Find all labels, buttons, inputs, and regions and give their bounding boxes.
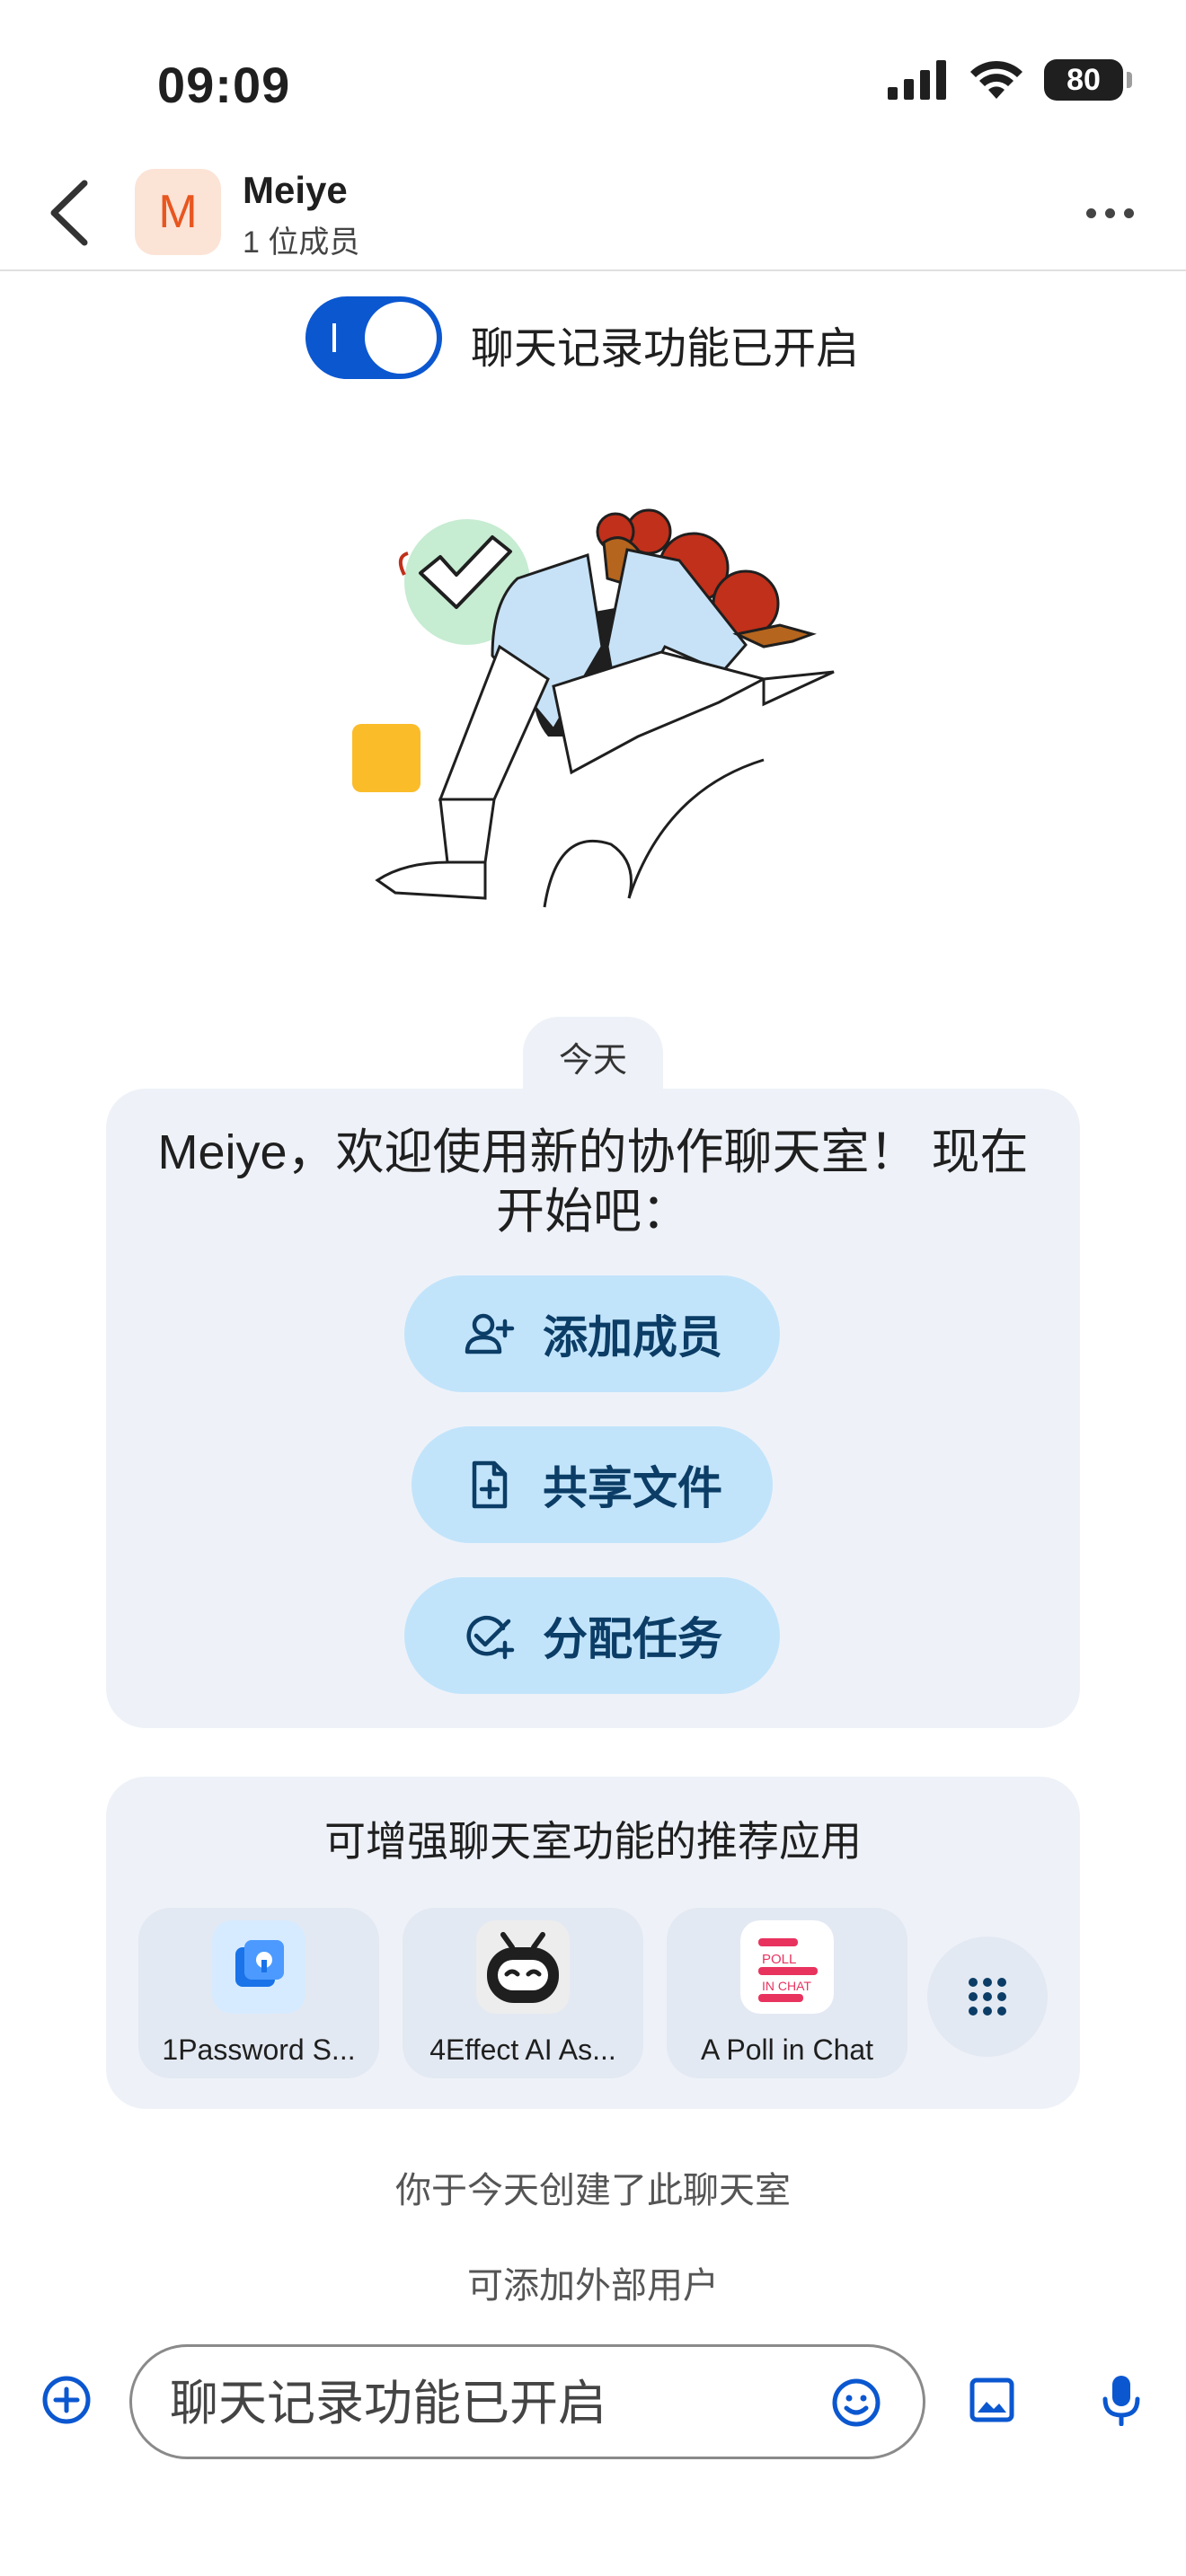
svg-text:IN CHAT: IN CHAT — [762, 1979, 811, 1993]
more-dot-icon — [1123, 207, 1134, 218]
assign-task-button[interactable]: 分配任务 — [404, 1577, 780, 1694]
svg-text:POLL: POLL — [762, 1952, 796, 1967]
emoji-icon — [832, 2378, 881, 2427]
voice-input-button[interactable] — [1087, 2366, 1155, 2434]
app-tile-1password[interactable]: 1Password S... — [138, 1908, 379, 2078]
back-button[interactable] — [29, 172, 110, 253]
assign-task-label: 分配任务 — [543, 1614, 722, 1664]
toggle-knob — [365, 302, 437, 374]
status-icons: 80 — [888, 59, 1132, 101]
apps-grid-icon — [969, 1978, 1006, 2016]
history-toggle[interactable] — [305, 296, 442, 379]
history-status-label: 聊天记录功能已开启 — [471, 325, 860, 373]
welcome-message: Meiye，欢迎使用新的协作聊天室！ 现在开始吧： — [157, 1125, 1029, 1239]
chat-header: M Meiye 1 位成员 — [0, 153, 1186, 271]
wifi-icon — [970, 60, 1022, 99]
back-arrow-icon — [50, 180, 88, 246]
add-task-icon — [466, 1615, 515, 1660]
space-created-notice: 你于今天创建了此聊天室 — [395, 2171, 791, 2210]
add-members-label: 添加成员 — [543, 1312, 722, 1363]
emoji-button[interactable] — [824, 2370, 889, 2435]
avatar-letter: M — [158, 186, 198, 238]
toggle-on-mark — [332, 323, 336, 352]
date-divider: 今天 — [523, 1017, 663, 1096]
more-apps-button[interactable] — [927, 1936, 1048, 2057]
app-name: 1Password S... — [162, 2033, 356, 2066]
space-title[interactable]: Meiye — [243, 169, 348, 212]
member-count[interactable]: 1 位成员 — [243, 217, 359, 261]
add-attachment-button[interactable] — [32, 2366, 101, 2434]
external-users-notice: 可添加外部用户 — [467, 2266, 719, 2306]
more-options-button[interactable] — [1069, 181, 1150, 244]
recommended-apps-card: 可增强聊天室功能的推荐应用 1Password S... 4Effect AI … — [106, 1777, 1080, 2109]
cellular-signal-icon — [888, 60, 946, 100]
space-avatar[interactable]: M — [135, 169, 221, 255]
app-name: A Poll in Chat — [700, 2033, 874, 2066]
battery-indicator: 80 — [1044, 59, 1132, 101]
1password-icon — [212, 1920, 305, 2014]
robot-icon — [476, 1920, 570, 2014]
battery-level: 80 — [1067, 62, 1101, 97]
app-name: 4Effect AI As... — [429, 2033, 616, 2066]
add-members-button[interactable]: 添加成员 — [404, 1275, 780, 1392]
image-upload-button[interactable] — [958, 2366, 1026, 2434]
app-tile-4effect[interactable]: 4Effect AI As... — [403, 1908, 643, 2078]
app-tile-poll[interactable]: POLL IN CHAT A Poll in Chat — [667, 1908, 907, 2078]
message-input[interactable] — [168, 2365, 801, 2442]
microphone-icon — [1102, 2376, 1140, 2426]
add-file-icon — [472, 1460, 508, 1509]
status-time: 09:09 — [157, 57, 291, 113]
add-circle-icon — [42, 2376, 91, 2424]
image-icon — [969, 2378, 1014, 2422]
more-dot-icon — [1085, 207, 1096, 218]
message-composer — [129, 2344, 925, 2459]
poll-icon: POLL IN CHAT — [740, 1920, 834, 2014]
share-file-button[interactable]: 共享文件 — [412, 1426, 773, 1543]
welcome-card: Meiye，欢迎使用新的协作聊天室！ 现在开始吧： 添加成员 共享文件 分配任务 — [106, 1089, 1080, 1728]
add-person-icon — [465, 1313, 515, 1354]
recommended-apps-title: 可增强聊天室功能的推荐应用 — [324, 1818, 862, 1865]
welcome-illustration — [352, 508, 835, 908]
more-dot-icon — [1104, 207, 1115, 218]
share-file-label: 共享文件 — [543, 1463, 722, 1513]
